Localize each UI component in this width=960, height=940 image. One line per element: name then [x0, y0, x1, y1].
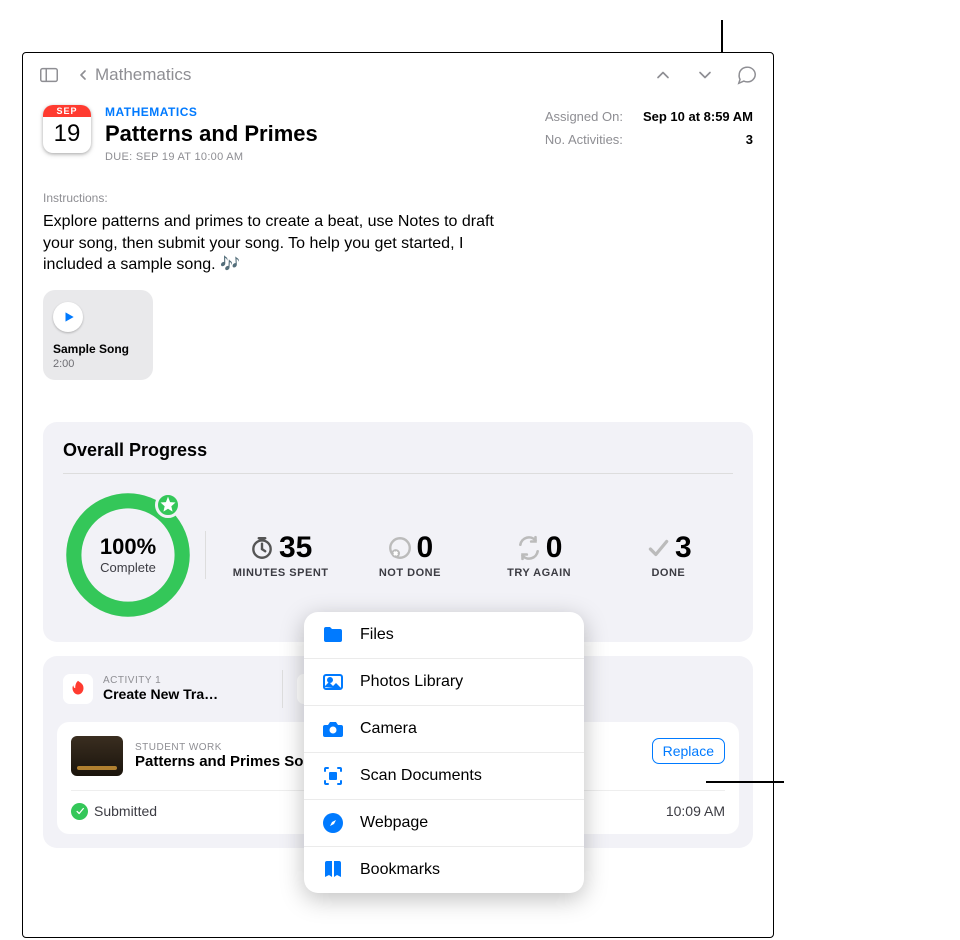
assignment-header: SEP 19 MATHEMATICS Patterns and Primes D…	[23, 97, 773, 171]
attachment-title: Sample Song	[53, 342, 143, 356]
menu-webpage-label: Webpage	[360, 814, 428, 832]
student-work-label: STUDENT WORK	[135, 742, 322, 753]
activity-1[interactable]: ACTIVITY 1 Create New Tra…	[57, 670, 272, 708]
back-label: Mathematics	[95, 65, 191, 85]
camera-icon	[320, 716, 346, 742]
menu-scan-label: Scan Documents	[360, 767, 482, 785]
tryagain-icon	[516, 535, 542, 561]
stat-done-label: DONE	[651, 567, 685, 579]
nav-bar: Mathematics	[23, 53, 773, 97]
bookmarks-icon	[320, 857, 346, 883]
compass-icon	[320, 810, 346, 836]
progress-badge-icon	[155, 492, 181, 518]
photo-icon	[320, 669, 346, 695]
instructions-text: Explore patterns and primes to create a …	[23, 211, 523, 276]
back-button[interactable]: Mathematics	[75, 65, 191, 85]
scan-icon	[320, 763, 346, 789]
stat-minutes: 35 MINUTES SPENT	[216, 531, 345, 579]
menu-files[interactable]: Files	[304, 612, 584, 658]
clock-icon	[249, 535, 275, 561]
assignment-title: Patterns and Primes	[105, 121, 531, 147]
sidebar-toggle-icon[interactable]	[35, 61, 63, 89]
menu-photos[interactable]: Photos Library	[304, 658, 584, 705]
stat-notdone: 0 NOT DONE	[345, 531, 474, 579]
menu-camera[interactable]: Camera	[304, 705, 584, 752]
student-work-title: Patterns and Primes Song	[135, 753, 322, 770]
menu-camera-label: Camera	[360, 720, 417, 738]
checkmark-icon	[645, 535, 671, 561]
subject-label: MATHEMATICS	[105, 105, 531, 119]
due-label: DUE: SEP 19 AT 10:00 AM	[105, 151, 531, 163]
activity-1-title: Create New Tra…	[103, 686, 218, 702]
submitted-check-icon	[71, 803, 88, 820]
attachment-duration: 2:00	[53, 358, 143, 370]
stat-tryagain-label: TRY AGAIN	[507, 567, 571, 579]
calendar-day: 19	[54, 117, 81, 151]
assigned-on-label: Assigned On:	[545, 109, 623, 124]
replace-button[interactable]: Replace	[652, 738, 725, 764]
instructions-label: Instructions:	[23, 171, 773, 211]
header-meta: Assigned On: Sep 10 at 8:59 AM No. Activ…	[545, 105, 753, 163]
menu-scan[interactable]: Scan Documents	[304, 752, 584, 799]
stat-minutes-value: 35	[279, 531, 312, 565]
progress-card: Overall Progress 100% Complete	[43, 422, 753, 642]
activity-1-label: ACTIVITY 1	[103, 675, 218, 686]
menu-bookmarks[interactable]: Bookmarks	[304, 846, 584, 893]
attachment-card[interactable]: Sample Song 2:00	[43, 290, 153, 380]
folder-icon	[320, 622, 346, 648]
garageband-icon	[63, 674, 93, 704]
progress-percent: 100%	[100, 534, 156, 560]
progress-percent-sub: Complete	[100, 560, 156, 575]
stat-done: 3 DONE	[604, 531, 733, 579]
submitted-label: Submitted	[94, 803, 157, 819]
menu-webpage[interactable]: Webpage	[304, 799, 584, 846]
num-activities-label: No. Activities:	[545, 132, 623, 147]
stat-done-value: 3	[675, 531, 692, 565]
stat-minutes-label: MINUTES SPENT	[233, 567, 329, 579]
calendar-month: SEP	[43, 105, 91, 117]
notdone-icon	[387, 535, 413, 561]
menu-photos-label: Photos Library	[360, 673, 463, 691]
submitted-time: 10:09 AM	[666, 803, 725, 819]
play-icon[interactable]	[53, 302, 83, 332]
attach-menu: Files Photos Library Camera Scan Documen…	[304, 612, 584, 893]
next-icon[interactable]	[691, 61, 719, 89]
num-activities-value: 3	[746, 132, 753, 147]
calendar-icon: SEP 19	[43, 105, 91, 153]
menu-files-label: Files	[360, 626, 394, 644]
stat-tryagain-value: 0	[546, 531, 563, 565]
chat-icon[interactable]	[733, 61, 761, 89]
progress-ring: 100% Complete	[63, 490, 193, 620]
menu-bookmarks-label: Bookmarks	[360, 861, 440, 879]
stat-notdone-label: NOT DONE	[379, 567, 441, 579]
stat-tryagain: 0 TRY AGAIN	[475, 531, 604, 579]
assigned-on-value: Sep 10 at 8:59 AM	[643, 109, 753, 124]
callout-line-right	[706, 781, 784, 783]
work-thumbnail-icon	[71, 736, 123, 776]
prev-icon[interactable]	[649, 61, 677, 89]
stat-notdone-value: 0	[417, 531, 434, 565]
